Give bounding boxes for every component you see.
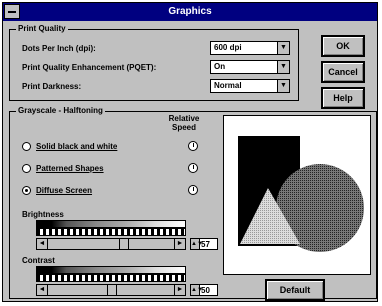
cancel-button[interactable]: Cancel	[321, 61, 365, 83]
dropdown-arrow-icon[interactable]: ▼	[277, 61, 289, 73]
darkness-select[interactable]: Normal ▼	[210, 79, 290, 93]
scroll-right-icon[interactable]: ►	[174, 239, 185, 249]
contrast-swatch	[36, 266, 186, 274]
brightness-value: 57	[201, 240, 210, 249]
radio-solid-bw[interactable]	[22, 142, 31, 151]
speed-dial-icon	[188, 163, 198, 173]
print-quality-group: Print Quality Dots Per Inch (dpi): 600 d…	[9, 24, 299, 101]
graphics-dialog: Graphics Print Quality Dots Per Inch (dp…	[2, 2, 378, 302]
dropdown-arrow-icon[interactable]: ▼	[277, 80, 289, 92]
pqet-select[interactable]: On ▼	[210, 60, 290, 74]
brightness-slider[interactable]: ◄ ►	[36, 238, 186, 250]
speed-dial-icon	[188, 185, 198, 195]
dpi-label: Dots Per Inch (dpi):	[22, 44, 96, 53]
brightness-spinner[interactable]: ▲▼ 57	[190, 238, 218, 250]
radio-diffuse-screen[interactable]	[22, 186, 31, 195]
contrast-thumb[interactable]	[107, 285, 117, 295]
contrast-slider[interactable]: ◄ ►	[36, 284, 186, 296]
spin-arrows-icon[interactable]: ▲▼	[191, 285, 203, 295]
darkness-select-value: Normal	[214, 81, 242, 90]
scroll-right-icon[interactable]: ►	[174, 285, 185, 295]
dpi-select-value: 600 dpi	[214, 43, 242, 52]
title-bar: Graphics	[3, 3, 377, 21]
radio-patterned-shapes[interactable]	[22, 164, 31, 173]
dpi-select[interactable]: 600 dpi ▼	[210, 41, 290, 55]
help-button[interactable]: Help	[321, 87, 365, 109]
pqet-select-value: On	[214, 62, 226, 71]
brightness-swatch	[36, 220, 186, 228]
radio-solid-bw-label[interactable]: Solid black and white	[36, 142, 117, 151]
window-title: Graphics	[168, 6, 212, 17]
relative-speed-label: Relative Speed	[168, 114, 200, 132]
halftone-preview-image	[223, 115, 371, 275]
radio-diffuse-screen-label[interactable]: Diffuse Screen	[36, 186, 92, 195]
contrast-pattern	[36, 274, 186, 282]
darkness-label: Print Darkness:	[22, 82, 82, 91]
grayscale-group-label: Grayscale - Halftoning	[16, 106, 105, 115]
contrast-value: 50	[201, 286, 210, 295]
brightness-thumb[interactable]	[119, 239, 129, 249]
speed-dial-icon	[188, 141, 198, 151]
print-quality-group-label: Print Quality	[16, 24, 68, 33]
scroll-left-icon[interactable]: ◄	[37, 285, 48, 295]
contrast-label: Contrast	[22, 256, 55, 265]
scroll-left-icon[interactable]: ◄	[37, 239, 48, 249]
brightness-label: Brightness	[22, 210, 64, 219]
dropdown-arrow-icon[interactable]: ▼	[277, 42, 289, 54]
pqet-label: Print Quality Enhancement (PQET):	[22, 63, 157, 72]
ok-button[interactable]: OK	[321, 35, 365, 57]
default-button[interactable]: Default	[265, 279, 325, 301]
contrast-spinner[interactable]: ▲▼ 50	[190, 284, 218, 296]
brightness-pattern	[36, 228, 186, 236]
radio-patterned-shapes-label[interactable]: Patterned Shapes	[36, 164, 104, 173]
preview-graphic	[224, 116, 370, 274]
spin-arrows-icon[interactable]: ▲▼	[191, 239, 203, 249]
